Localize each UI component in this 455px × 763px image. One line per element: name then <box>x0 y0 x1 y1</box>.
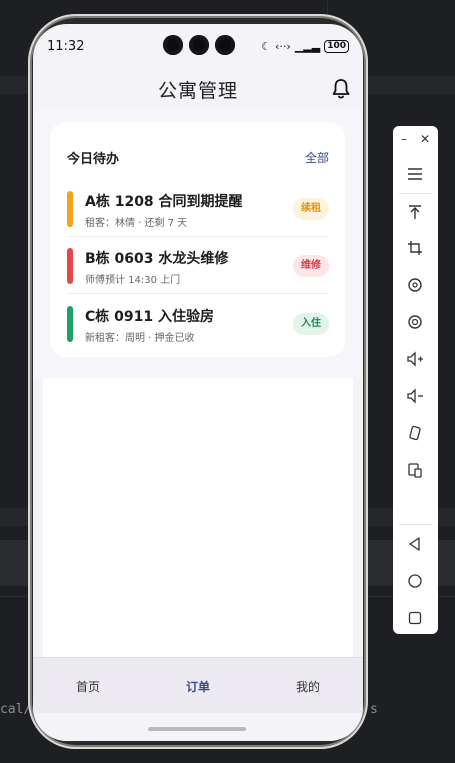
home-indicator[interactable] <box>148 727 246 731</box>
hotspot-icon: ‹··› <box>275 39 291 53</box>
toolbar-divider <box>399 193 432 194</box>
app-bar: 公寓管理 <box>33 68 363 110</box>
volume-down-icon[interactable] <box>401 384 429 408</box>
multi-device-icon[interactable] <box>401 458 429 482</box>
camera-cutout <box>163 35 235 55</box>
card-title: 今日待办 <box>67 152 120 167</box>
status-icons: ☾ ‹··› ▁▂▃ 100 <box>261 39 349 53</box>
todo-card: 今日待办 全部 A栋 1208 合同到期提醒 租客：林倩 · 还剩 7 天 续租… <box>50 122 345 357</box>
crop-icon[interactable] <box>401 236 429 260</box>
home-icon[interactable] <box>401 569 429 593</box>
phone-screen: 11:32 ☾ ‹··› ▁▂▃ 100 公寓管理 今日待办 全部 A栋 120… <box>33 24 363 741</box>
bottom-tab-bar: 首页 订单 我的 <box>33 657 363 714</box>
task-subtitle: 租客：林倩 · 还剩 7 天 <box>85 218 188 229</box>
task-subtitle: 新租客：周明 · 押金已收 <box>85 333 195 344</box>
rotate-left-icon[interactable] <box>401 273 429 297</box>
task-tag: 入住 <box>293 313 329 335</box>
content-edge <box>353 378 363 668</box>
close-icon[interactable]: ✕ <box>420 132 430 146</box>
divider <box>67 236 329 237</box>
tab-orders[interactable]: 订单 <box>186 678 210 695</box>
divider <box>67 293 329 294</box>
tab-home[interactable]: 首页 <box>76 678 100 695</box>
task-item[interactable]: C栋 0911 入住验房 新租客：周明 · 押金已收 入住 <box>67 303 329 355</box>
task-indicator <box>67 248 73 284</box>
camera-icon <box>163 35 183 55</box>
rotate-right-icon[interactable] <box>401 310 429 334</box>
ide-code-text: s <box>370 702 378 717</box>
content-edge <box>33 378 43 668</box>
overview-icon[interactable] <box>401 606 429 630</box>
task-item[interactable]: B栋 0603 水龙头维修 师傅预计 14:30 上门 维修 <box>67 245 329 297</box>
status-time: 11:32 <box>47 38 85 54</box>
shake-icon[interactable] <box>401 421 429 445</box>
main-content: 今日待办 全部 A栋 1208 合同到期提醒 租客：林倩 · 还剩 7 天 续租… <box>33 110 363 670</box>
task-subtitle: 师傅预计 14:30 上门 <box>85 275 181 286</box>
task-item[interactable]: A栋 1208 合同到期提醒 租客：林倩 · 还剩 7 天 续租 <box>67 188 329 240</box>
camera-icon <box>189 35 209 55</box>
camera-icon <box>215 35 235 55</box>
task-title: A栋 1208 合同到期提醒 <box>85 194 243 210</box>
toolbar-divider <box>399 524 432 525</box>
volume-up-icon[interactable] <box>401 347 429 371</box>
upload-icon[interactable] <box>401 200 429 224</box>
menu-icon[interactable] <box>401 162 429 186</box>
signal-icon: ▁▂▃ <box>294 39 321 53</box>
ide-code-text: cal/ <box>0 702 32 717</box>
moon-icon: ☾ <box>261 39 272 53</box>
task-indicator <box>67 306 73 342</box>
task-tag: 续租 <box>293 198 329 220</box>
minimize-icon[interactable]: – <box>401 132 407 146</box>
tab-profile[interactable]: 我的 <box>296 678 320 695</box>
task-title: B栋 0603 水龙头维修 <box>85 251 229 267</box>
task-title: C栋 0911 入住验房 <box>85 309 214 325</box>
page-title: 公寓管理 <box>157 79 238 102</box>
task-tag: 维修 <box>293 255 329 277</box>
battery-icon: 100 <box>324 39 349 53</box>
bell-icon[interactable] <box>331 78 351 100</box>
card-area: 今日待办 全部 A栋 1208 合同到期提醒 租客：林倩 · 还剩 7 天 续租… <box>33 110 363 378</box>
all-link[interactable]: 全部 <box>305 149 329 166</box>
back-icon[interactable] <box>401 532 429 556</box>
toolbar-window-controls: – ✕ <box>393 126 438 146</box>
task-indicator <box>67 191 73 227</box>
emulator-toolbar: – ✕ <box>393 126 438 634</box>
card-header: 今日待办 全部 <box>67 148 329 167</box>
